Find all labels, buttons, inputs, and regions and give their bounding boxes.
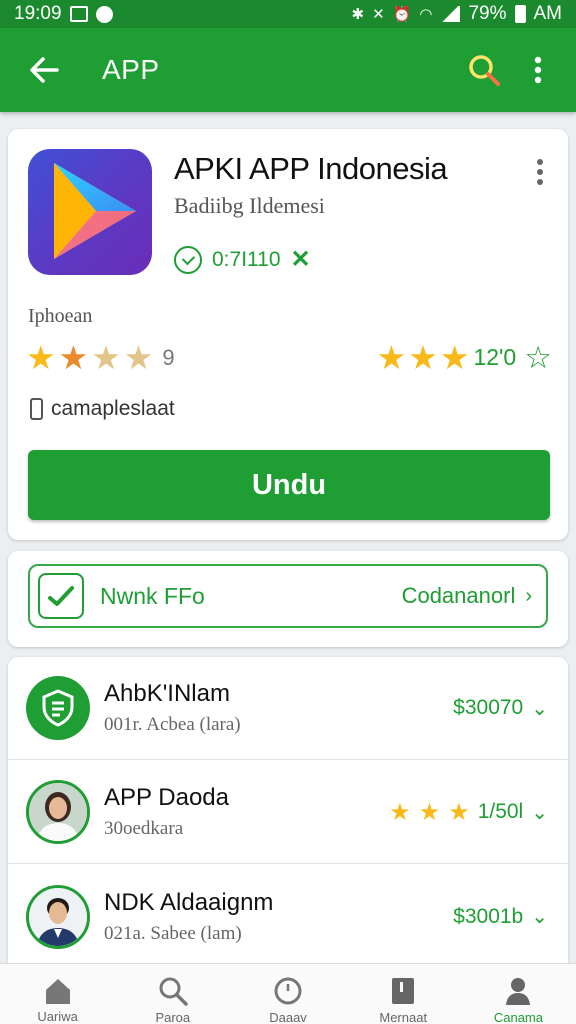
page-title: APP — [102, 54, 160, 85]
nav-clock[interactable]: Daaav — [230, 964, 345, 1024]
app-detail-card: APKI APP Indonesia Badiibg Ildemesi 0:7I… — [8, 129, 568, 540]
promo-action[interactable]: Codananorl › — [402, 583, 532, 609]
person-icon — [502, 976, 534, 1006]
list-item-title: AhbK'INlam — [104, 680, 230, 707]
star-icon: ★ — [91, 339, 121, 376]
clock-icon — [272, 976, 304, 1006]
app-developer: Badiibg Ildemesi — [174, 193, 325, 218]
star-icon: ★ — [418, 798, 441, 826]
star-icon: ★ — [123, 339, 154, 376]
list-item[interactable]: NDK Aldaaignm 021a. Sabee (lam) $3001b ⌄ — [8, 865, 568, 968]
gallery-icon — [69, 6, 88, 22]
promo-banner[interactable]: Nwnk FFo Codananorl › — [28, 564, 548, 628]
list-item-rating[interactable]: ★ ★ ★ 1/50l ⌄ — [389, 798, 548, 827]
status-time: 19:09 — [14, 3, 62, 24]
chevron-right-icon: › — [525, 584, 532, 607]
nav-search[interactable]: Paroa — [115, 964, 230, 1024]
mute-icon: ✕ — [372, 5, 385, 23]
promo-action-label: Codananorl — [401, 583, 516, 608]
rating-text: 1/50l — [477, 800, 524, 823]
book-icon — [387, 976, 419, 1006]
nav-label: Uariwa — [37, 1009, 78, 1024]
list-item-subtitle: 021a. Sabee (lam) — [104, 922, 242, 944]
promo-label: Nwnk FFo — [100, 582, 205, 609]
list-item-title: NDK Aldaaignm — [104, 888, 274, 916]
rating-stars-left: ★ ★ ★ ★ 9 — [26, 341, 175, 374]
nav-library[interactable]: Mernaat — [346, 964, 461, 1024]
person-photo-icon — [29, 887, 87, 946]
star-icon: ★ — [408, 339, 438, 376]
app-bar: APP — [0, 28, 576, 112]
list-item-subtitle: 001r. Acbea (lara) — [104, 714, 241, 735]
section-label: Iphoean — [28, 305, 93, 327]
battery-percent: 79% — [468, 3, 507, 24]
avatar — [26, 780, 90, 844]
shield-icon — [42, 689, 74, 727]
app-version-row: 0:7I110 ✕ — [174, 245, 311, 274]
star-outline-icon: ☆ — [524, 340, 552, 375]
rating-stars-right[interactable]: ★ ★ ★ 12'0 ☆ — [377, 341, 552, 374]
status-bar: 19:09 ✱ ✕ ⏰ ◠ 79% AM — [0, 0, 576, 28]
star-icon: ★ — [58, 339, 89, 376]
rating-value: 12'0 — [473, 344, 517, 370]
nav-label: Mernaat — [379, 1010, 428, 1024]
signal-icon — [440, 6, 461, 22]
check-circle-icon — [174, 245, 202, 274]
search-icon — [469, 55, 500, 86]
bottom-navigation: Uariwa Paroa Daaav Mernaat Canama — [0, 963, 576, 1024]
nav-home[interactable]: Uariwa — [0, 964, 115, 1024]
nav-account[interactable]: Canama — [461, 964, 576, 1024]
battery-icon — [514, 5, 526, 23]
star-icon: ★ — [439, 339, 470, 376]
person-photo-icon — [29, 783, 87, 841]
edit-check-icon — [38, 573, 84, 619]
list-item-price[interactable]: $3001b ⌄ — [453, 904, 548, 929]
star-icon: ★ — [448, 798, 470, 826]
price-text: $30070 — [453, 696, 524, 719]
overflow-menu-button[interactable] — [516, 48, 560, 92]
nav-label: Canama — [493, 1010, 543, 1024]
notification-icon — [95, 5, 113, 23]
app-logo — [28, 149, 152, 275]
app-more-button[interactable] — [528, 155, 552, 189]
list-item-title: APP Daoda — [104, 784, 229, 811]
wifi-icon: ◠ — [419, 5, 433, 23]
app-name: APKI APP Indonesia — [174, 151, 448, 186]
avatar — [26, 884, 90, 949]
search-icon — [157, 976, 189, 1006]
price-text: $3001b — [453, 904, 524, 928]
more-vertical-icon — [537, 159, 543, 185]
rating-count: 9 — [162, 344, 175, 370]
play-logo-icon — [54, 163, 136, 259]
requirement-text: camapleslaat — [51, 397, 175, 420]
home-icon — [42, 976, 74, 1005]
alarm-icon: ⏰ — [392, 5, 412, 23]
nav-label: Paroa — [155, 1010, 191, 1024]
star-icon: ★ — [376, 339, 407, 376]
list-item-subtitle: 30oedkara — [104, 818, 184, 839]
bluetooth-icon: ✱ — [351, 5, 365, 23]
phone-icon — [30, 398, 43, 420]
app-version: 0:7I110 — [212, 247, 281, 271]
chevron-down-icon: ⌄ — [531, 906, 548, 928]
list-item[interactable]: APP Daoda 30oedkara ★ ★ ★ 1/50l ⌄ — [8, 761, 568, 864]
star-icon: ★ — [26, 339, 56, 376]
list-item-price[interactable]: $30070 ⌄ — [453, 696, 548, 721]
search-button[interactable] — [462, 48, 506, 92]
close-icon: ✕ — [290, 246, 311, 273]
back-button[interactable] — [22, 48, 66, 92]
requirement-row: camapleslaat — [30, 397, 175, 421]
star-icon: ★ — [389, 798, 411, 826]
list-item[interactable]: AhbK'INlam 001r. Acbea (lara) $30070 ⌄ — [8, 657, 568, 760]
chevron-down-icon: ⌄ — [531, 697, 548, 720]
chevron-down-icon: ⌄ — [531, 801, 548, 824]
promo-card: Nwnk FFo Codananorl › — [8, 551, 568, 647]
status-ampm: AM — [533, 3, 563, 24]
shield-avatar — [26, 676, 90, 740]
arrow-left-icon — [30, 57, 59, 83]
nav-label: Daaav — [269, 1010, 307, 1024]
more-vertical-icon — [534, 56, 542, 84]
install-button[interactable]: Undu — [28, 450, 550, 520]
app-list-card: AhbK'INlam 001r. Acbea (lara) $30070 ⌄ A… — [8, 657, 568, 987]
